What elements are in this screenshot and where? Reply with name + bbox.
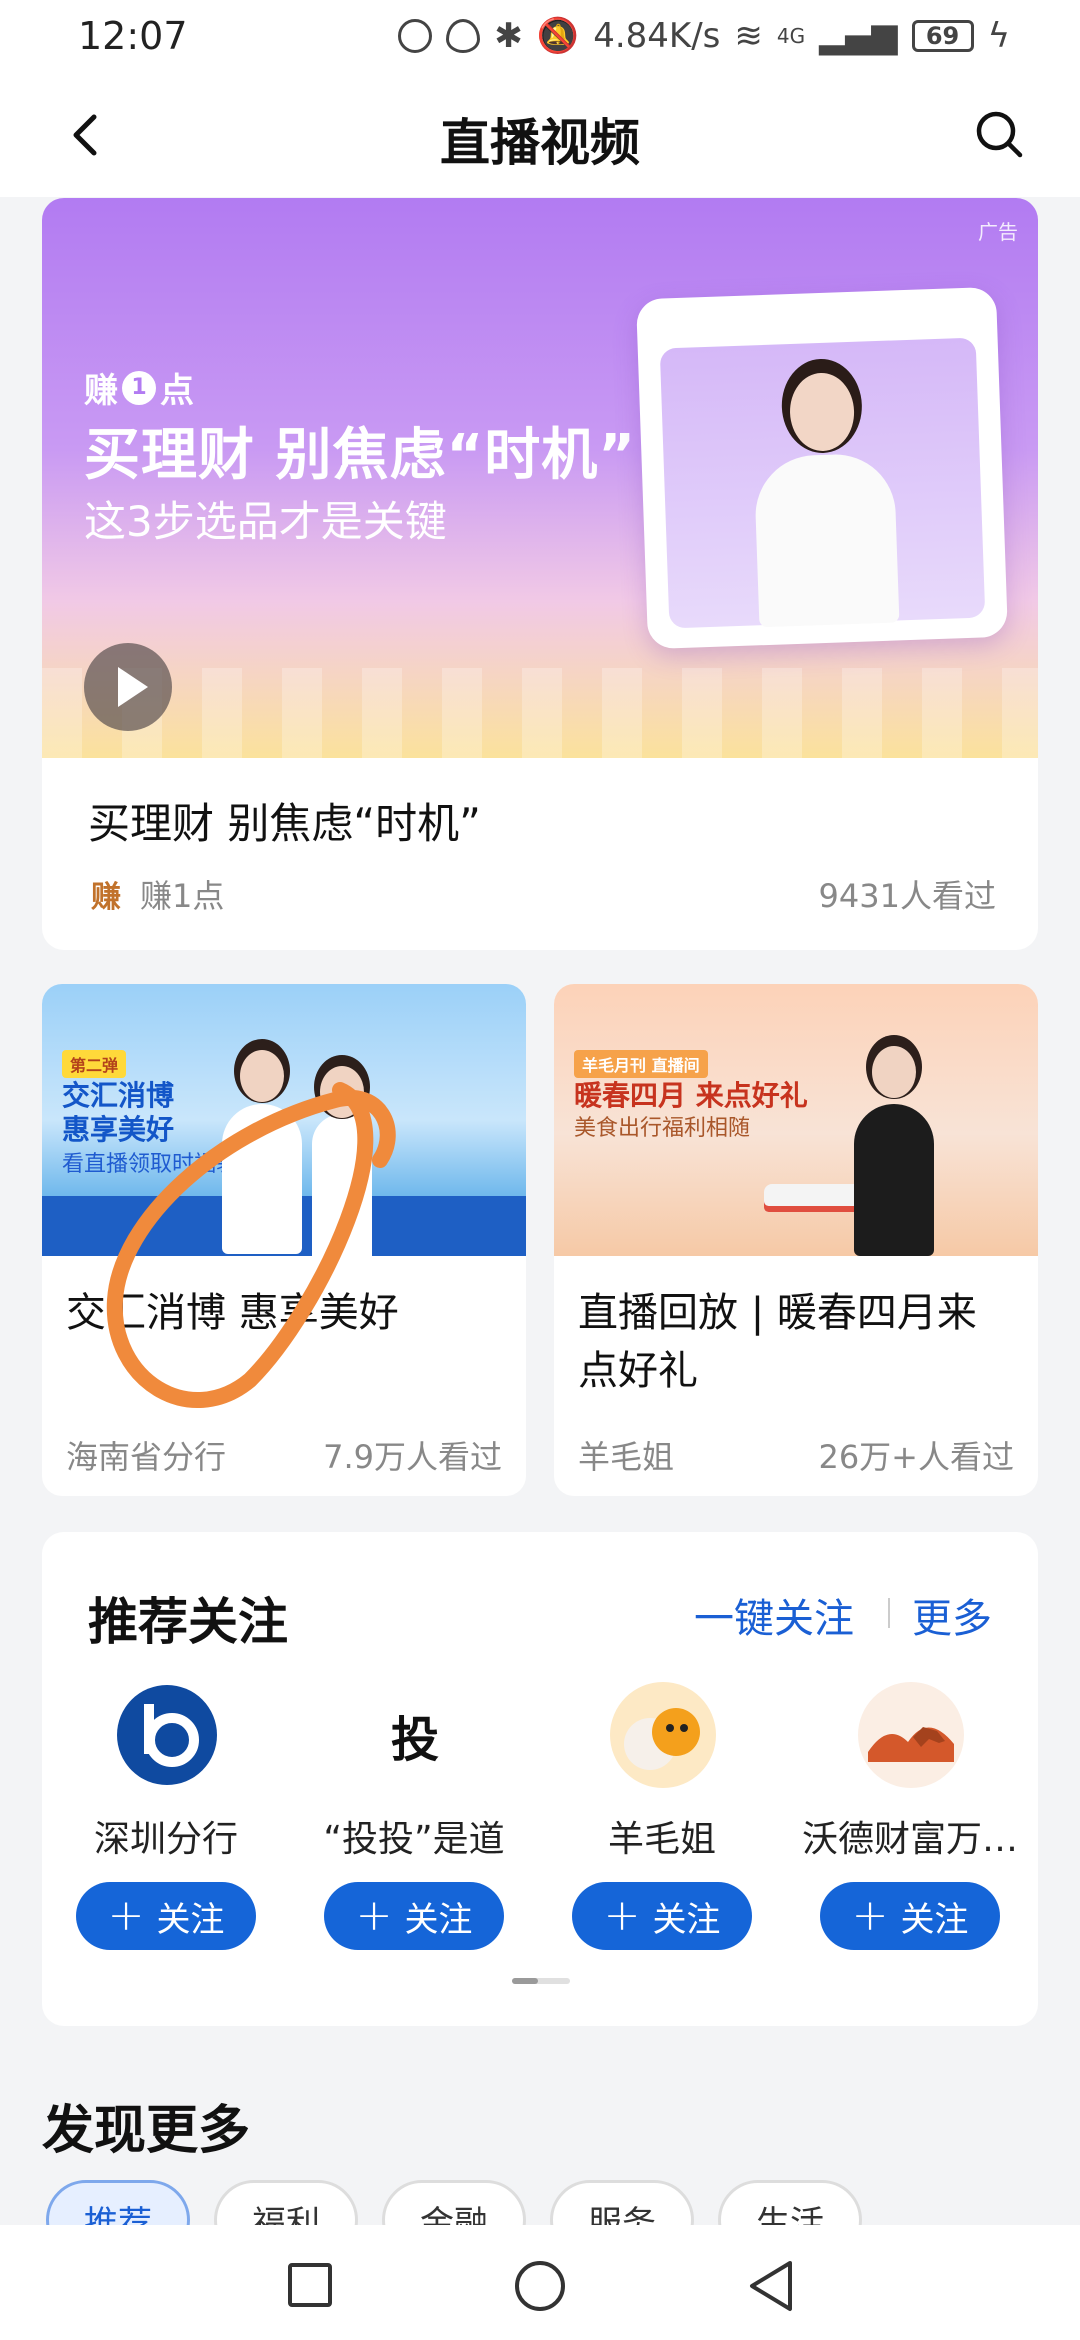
recents-button[interactable] xyxy=(288,2263,332,2307)
banner-subline: 这3步选品才是关键 xyxy=(84,497,447,546)
account-name: 沃德财富万… xyxy=(801,1819,1018,1860)
more-button[interactable]: 更多 xyxy=(912,1586,992,1644)
account-item[interactable]: 沃德财富万… + 关注 xyxy=(786,1682,1034,1952)
mute-bell-icon: 🔕 xyxy=(536,16,580,56)
thumb-line: 惠享美好 xyxy=(62,1113,175,1146)
follow-label: 关注 xyxy=(652,1899,721,1940)
featured-source-name: 赚1点 xyxy=(140,877,225,915)
presenter-image xyxy=(659,337,986,629)
video-source: 海南省分行 xyxy=(66,1438,227,1476)
video-card[interactable]: 第二弹 交汇消博 惠享美好 看直播领取时福袋 交汇消博 惠享美好 海南省分行 7… xyxy=(42,984,526,1496)
account-item[interactable]: 羊毛姐 + 关注 xyxy=(538,1682,786,1952)
host-head xyxy=(872,1046,916,1098)
battery-level: 69 xyxy=(925,22,960,50)
plus-icon: + xyxy=(603,1890,641,1941)
banner-brand-num: 1 xyxy=(122,370,156,405)
top-bar: 直播视频 xyxy=(0,75,1080,197)
search-button[interactable] xyxy=(970,105,1030,165)
follow-button[interactable]: + 关注 xyxy=(76,1882,256,1950)
follow-button[interactable]: + 关注 xyxy=(820,1882,1000,1950)
host-head xyxy=(240,1050,284,1102)
host-head xyxy=(320,1066,364,1118)
carousel-indicator xyxy=(512,1978,570,1984)
featured-video-card[interactable]: 广告 赚 1 点 买理财 别焦虑“时机” 这3步选品才是关键 买理财 别焦虑“时… xyxy=(42,198,1038,950)
thumb-line: 看直播领取时福袋 xyxy=(62,1152,239,1177)
featured-title: 买理财 别焦虑“时机” xyxy=(88,799,481,848)
thumb-line: 美食出行福利相随 xyxy=(574,1116,751,1141)
eye-icon xyxy=(446,19,481,53)
banner-pattern xyxy=(42,668,1038,758)
host-figure xyxy=(854,1104,934,1256)
system-nav-bar xyxy=(0,2225,1080,2340)
status-bar: 12:07 ✱ 🔕 4.84K/s ≋ 4G ▂▄▆ 69 ϟ xyxy=(0,0,1080,75)
search-icon xyxy=(976,111,1023,158)
account-name: 羊毛姐 xyxy=(607,1819,716,1860)
net-speed: 4.84K/s xyxy=(593,16,721,56)
presenter-figure xyxy=(750,361,900,628)
banner-brand-a: 赚 xyxy=(84,371,118,411)
back-triangle-icon[interactable] xyxy=(746,2259,796,2313)
plus-icon: + xyxy=(355,1890,393,1941)
video-views: 26万+人看过 xyxy=(818,1438,1014,1476)
status-time: 12:07 xyxy=(78,14,188,58)
recommend-follow-section: 推荐关注 一键关注 更多 深圳分行 + 关注 投 “投投”是道 + 关注 羊毛姐 +… xyxy=(42,1532,1038,2026)
network-type: 4G xyxy=(776,24,806,48)
host-figure xyxy=(222,1104,302,1254)
thumb-line: 暖春四月 来点好礼 xyxy=(574,1079,808,1112)
status-icons: ✱ 🔕 4.84K/s ≋ 4G ▂▄▆ 69 ϟ xyxy=(398,16,1010,56)
follow-label: 关注 xyxy=(156,1899,225,1940)
plus-icon: + xyxy=(107,1890,145,1941)
video-title: 直播回放 | 暖春四月来点好礼 xyxy=(578,1290,977,1394)
charging-icon: ϟ xyxy=(987,16,1010,56)
video-source: 羊毛姐 xyxy=(578,1438,675,1476)
follow-button[interactable]: + 关注 xyxy=(572,1882,752,1950)
banner-brand-b: 点 xyxy=(160,371,194,411)
account-item[interactable]: 深圳分行 + 关注 xyxy=(42,1682,290,1952)
video-views: 7.9万人看过 xyxy=(323,1438,502,1476)
follow-all-button[interactable]: 一键关注 xyxy=(694,1586,854,1644)
follow-label: 关注 xyxy=(900,1899,969,1940)
host-figure xyxy=(312,1114,372,1264)
video-title: 交汇消博 惠享美好 xyxy=(66,1290,399,1336)
battery-icon: 69 xyxy=(911,20,974,52)
follow-button[interactable]: + 关注 xyxy=(324,1882,504,1950)
plus-icon: + xyxy=(851,1890,889,1941)
video-card[interactable]: 羊毛月刊 直播间 暖春四月 来点好礼 美食出行福利相随 直播回放 | 暖春四月来… xyxy=(554,984,1038,1496)
wifi-icon: ≋ xyxy=(734,16,763,56)
featured-banner[interactable]: 广告 赚 1 点 买理财 别焦虑“时机” 这3步选品才是关键 xyxy=(42,198,1038,758)
zhuan-logo-icon: 赚 xyxy=(91,880,121,915)
horse-logo-icon[interactable] xyxy=(858,1682,964,1788)
ad-label: 广告 xyxy=(978,220,1018,244)
video-thumbnail: 羊毛月刊 直播间 暖春四月 来点好礼 美食出行福利相随 xyxy=(554,984,1038,1256)
account-item[interactable]: 投 “投投”是道 + 关注 xyxy=(290,1682,538,1952)
divider xyxy=(888,1598,890,1628)
play-button[interactable] xyxy=(84,643,172,731)
presenter-frame xyxy=(636,286,1008,650)
account-name: “投投”是道 xyxy=(323,1819,505,1860)
home-button[interactable] xyxy=(515,2261,565,2311)
tou-logo-icon[interactable]: 投 xyxy=(362,1682,468,1788)
featured-source: 赚 赚1点 xyxy=(88,871,224,917)
hd-call-icon xyxy=(398,19,433,53)
page-title: 直播视频 xyxy=(440,114,640,172)
discover-title: 发现更多 xyxy=(42,2101,251,2161)
video-thumbnail: 第二弹 交汇消博 惠享美好 看直播领取时福袋 xyxy=(42,984,526,1264)
recommend-title: 推荐关注 xyxy=(88,1593,288,1651)
follow-label: 关注 xyxy=(404,1899,473,1940)
account-name: 深圳分行 xyxy=(93,1819,238,1860)
signal-icon: ▂▄▆ xyxy=(819,16,898,56)
lamb-mascot-icon[interactable] xyxy=(610,1682,716,1788)
featured-views: 9431人看过 xyxy=(818,877,996,915)
banner-brand: 赚 1 点 xyxy=(84,363,194,412)
bluetooth-icon: ✱ xyxy=(494,16,523,56)
banner-headline: 买理财 别焦虑“时机” xyxy=(84,423,637,488)
bank-logo-icon[interactable] xyxy=(114,1682,220,1788)
